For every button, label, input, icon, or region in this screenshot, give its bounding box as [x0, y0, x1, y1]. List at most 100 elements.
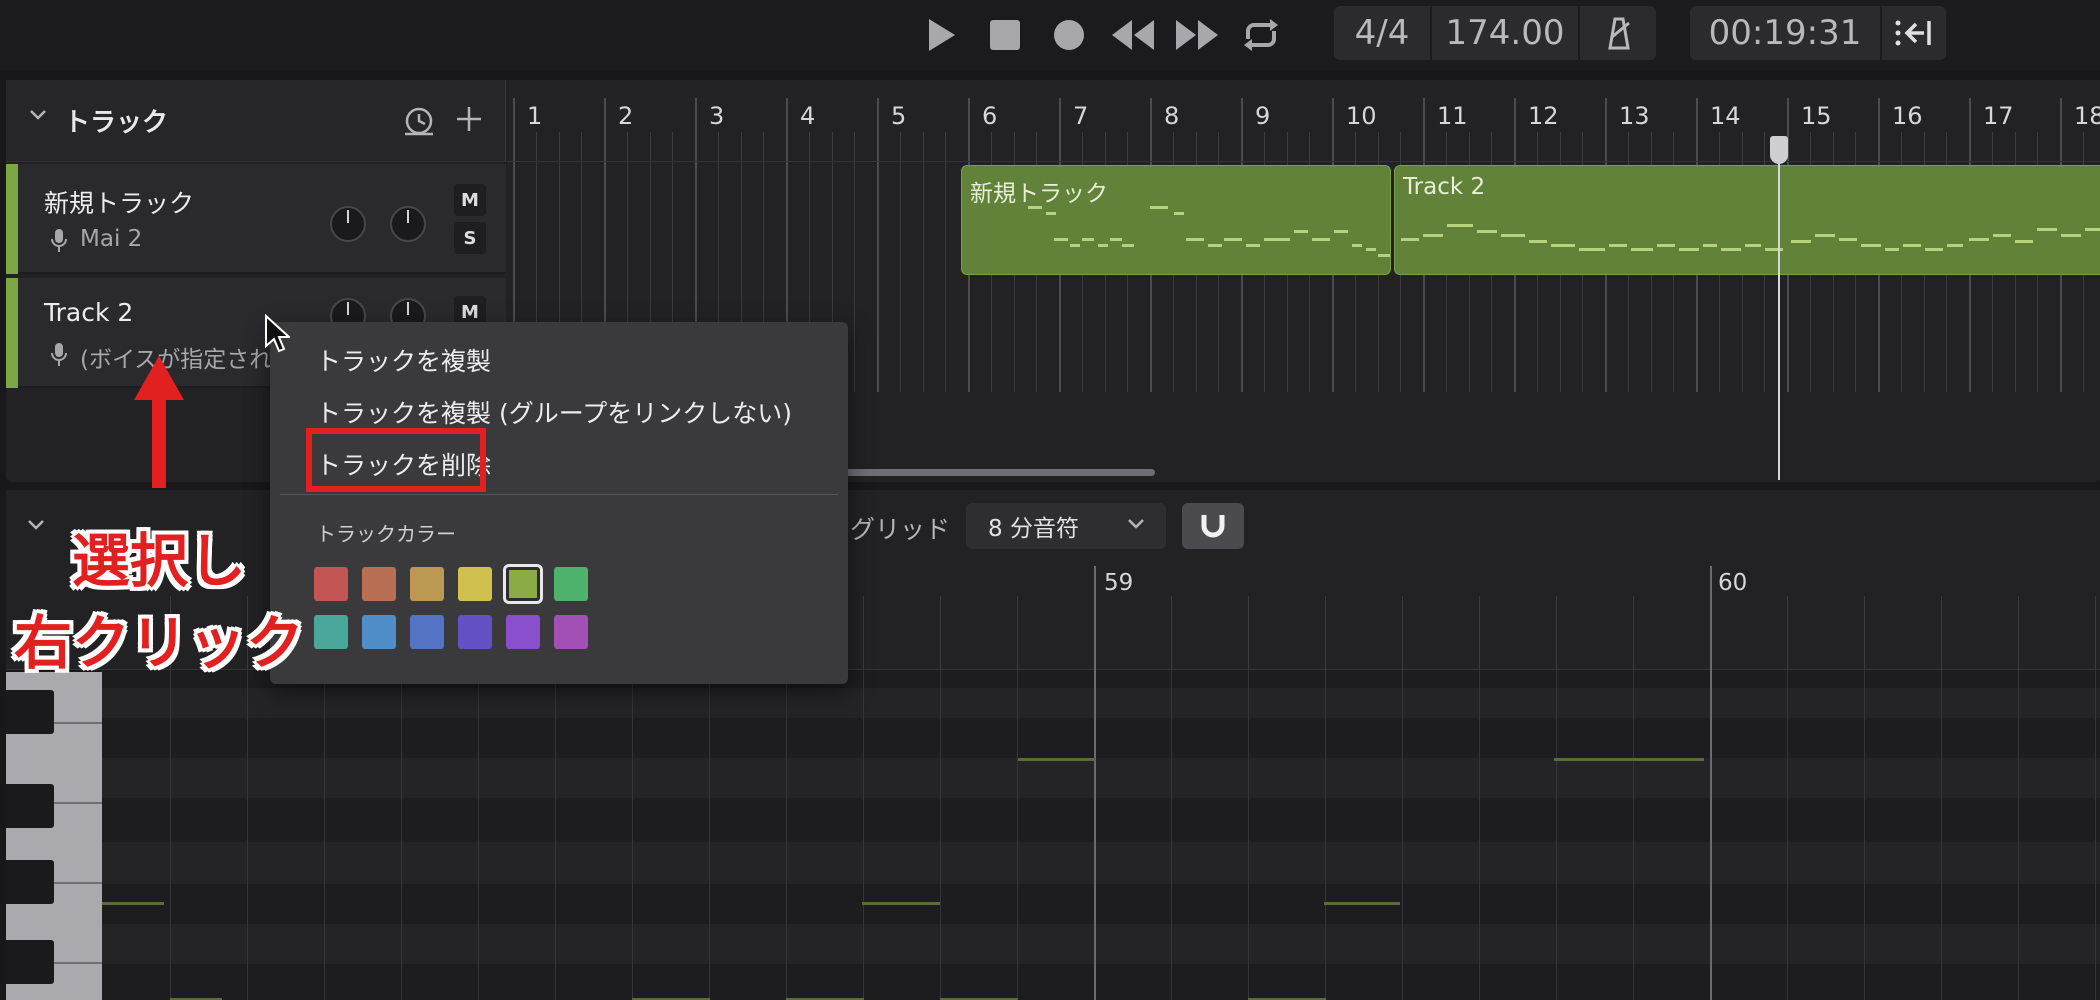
- metronome-button[interactable]: [1580, 6, 1656, 60]
- microphone-icon: [51, 229, 67, 252]
- beat-line: [1946, 132, 1948, 161]
- color-swatch[interactable]: [410, 615, 444, 649]
- bar-number: 9: [1255, 102, 1271, 130]
- time-position-display[interactable]: 00:19:31: [1690, 6, 1880, 60]
- track-voice[interactable]: (ボイスが指定されて: [80, 340, 295, 374]
- color-swatch[interactable]: [506, 615, 540, 649]
- grid-select[interactable]: 8 分音符: [966, 503, 1166, 549]
- piano-roll-beat-line: [1787, 670, 1788, 1000]
- playhead-handle[interactable]: [1770, 136, 1788, 164]
- chevron-down-icon[interactable]: [26, 518, 46, 532]
- beat-line: [1354, 132, 1356, 161]
- piano-roll-grid[interactable]: [100, 670, 2100, 1000]
- piano-key-black[interactable]: [6, 860, 54, 904]
- track-voice[interactable]: Mai 2: [80, 226, 142, 252]
- piano-roll-beat-line: [786, 670, 787, 1000]
- color-swatch[interactable]: [362, 615, 396, 649]
- volume-knob[interactable]: [330, 206, 366, 242]
- record-button[interactable]: [1046, 12, 1092, 58]
- clip-note: [1082, 238, 1094, 241]
- clip-note: [1579, 248, 1605, 251]
- piano-roll-note[interactable]: [1324, 902, 1400, 905]
- chevron-down-icon[interactable]: [28, 108, 48, 122]
- clip-note: [1925, 248, 1943, 251]
- piano-key-black[interactable]: [6, 940, 54, 984]
- color-swatch[interactable]: [314, 567, 348, 601]
- bar-number: 16: [1892, 102, 1923, 130]
- beat-line: [808, 132, 810, 161]
- lane-beat-line: [854, 162, 856, 392]
- track-row[interactable]: 新規トラック Mai 2 M S: [6, 164, 506, 274]
- color-swatch[interactable]: [362, 567, 396, 601]
- snap-toggle-button[interactable]: [1182, 503, 1244, 549]
- beat-line: [1673, 132, 1675, 161]
- beat-line: [1832, 132, 1834, 161]
- timeline-ruler[interactable]: 123456789101112131415161718: [507, 80, 2100, 162]
- tempo-display[interactable]: 174.00: [1432, 6, 1578, 60]
- beat-line: [1809, 132, 1811, 161]
- piano-roll-beat-line: [1556, 670, 1557, 1000]
- piano-keyboard[interactable]: [6, 672, 102, 1000]
- pan-knob[interactable]: [390, 206, 426, 242]
- piano-roll-note[interactable]: [1018, 758, 1096, 761]
- color-swatch[interactable]: [314, 615, 348, 649]
- ruler-beat-line: [2018, 596, 2019, 670]
- beat-line: [1900, 132, 1902, 161]
- annotation-arrow-head: [134, 356, 184, 400]
- beat-line: [740, 132, 742, 161]
- track-history-icon[interactable]: [402, 104, 436, 138]
- menu-item-duplicate-track[interactable]: トラックを複製: [316, 342, 491, 378]
- bar-number: 12: [1528, 102, 1559, 130]
- color-swatch[interactable]: [410, 567, 444, 601]
- color-swatch[interactable]: [458, 615, 492, 649]
- time-signature-display[interactable]: 4/4: [1334, 6, 1430, 60]
- play-button[interactable]: [918, 12, 964, 58]
- piano-roll-note[interactable]: [100, 902, 164, 905]
- clip-note: [1334, 230, 1348, 233]
- menu-item-duplicate-track-unlinked[interactable]: トラックを複製 (グループをリンクしない): [316, 394, 792, 430]
- clip-note: [1294, 230, 1308, 233]
- color-swatch[interactable]: [458, 567, 492, 601]
- clip[interactable]: Track 2: [1394, 165, 2100, 275]
- lane-bar-line: [877, 162, 879, 392]
- piano-roll-note[interactable]: [1554, 758, 1704, 761]
- solo-button[interactable]: S: [454, 222, 486, 254]
- color-swatch[interactable]: [554, 615, 588, 649]
- piano-roll-beat-line: [1402, 670, 1403, 1000]
- piano-roll-row: [100, 884, 2100, 924]
- loop-button[interactable]: [1238, 12, 1284, 58]
- beat-line: [1923, 132, 1925, 161]
- snap-to-start-button[interactable]: [1882, 6, 1946, 60]
- piano-roll-bar-line: [1094, 670, 1096, 1000]
- ruler-beat-line: [1171, 596, 1172, 670]
- beat-line: [1491, 132, 1493, 161]
- clip-note: [1366, 248, 1376, 251]
- clip-note: [1352, 244, 1362, 247]
- mute-button[interactable]: M: [454, 184, 486, 216]
- piano-roll-note[interactable]: [862, 902, 940, 905]
- bar-line: [1605, 98, 1607, 161]
- stop-button[interactable]: [982, 12, 1028, 58]
- microphone-icon: [51, 343, 67, 366]
- annotation-select: 選択し: [72, 527, 247, 595]
- horizontal-scrollbar[interactable]: [845, 469, 1155, 476]
- play-icon: [929, 19, 955, 51]
- clip[interactable]: 新規トラック: [961, 165, 1391, 275]
- ruler-beat-line: [1941, 596, 1942, 670]
- transport-bar: 4/4 174.00 00:19:31: [0, 0, 2100, 70]
- clip-note: [1174, 212, 1184, 215]
- fast-forward-button[interactable]: [1174, 12, 1220, 58]
- bar-number: 3: [709, 102, 725, 130]
- add-track-icon[interactable]: [454, 104, 484, 134]
- beat-line: [558, 132, 560, 161]
- color-swatch[interactable]: [554, 567, 588, 601]
- piano-key-black[interactable]: [6, 784, 54, 828]
- rewind-button[interactable]: [1110, 12, 1156, 58]
- clip-label: 新規トラック: [970, 181, 1108, 207]
- beat-line: [831, 132, 833, 161]
- piano-key-black[interactable]: [6, 690, 54, 734]
- color-swatch[interactable]: [503, 564, 543, 604]
- clip-note: [1721, 248, 1741, 251]
- piano-roll-beat-line: [1325, 670, 1326, 1000]
- beat-line: [649, 132, 651, 161]
